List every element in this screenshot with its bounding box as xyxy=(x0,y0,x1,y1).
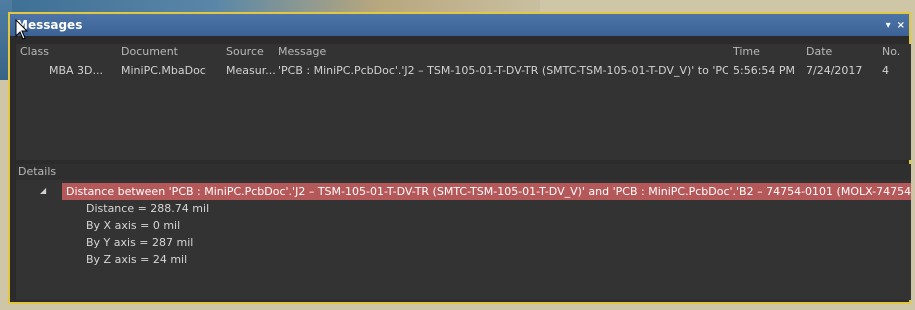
column-header-message[interactable]: Message xyxy=(278,44,326,60)
column-header-date[interactable]: Date xyxy=(806,44,832,60)
detail-y-axis: By Y axis = 287 mil xyxy=(86,236,194,249)
column-header-class[interactable]: Class xyxy=(20,44,49,60)
collapse-triangle-icon[interactable]: ◢ xyxy=(40,186,46,195)
panel-close-icon[interactable]: × xyxy=(897,20,905,31)
detail-z-axis: By Z axis = 24 mil xyxy=(86,253,188,266)
details-header: Details xyxy=(16,164,911,180)
cell-source: Measur... xyxy=(226,64,276,77)
cell-class: MBA 3D... xyxy=(49,64,104,77)
cell-no: 4 xyxy=(882,64,889,77)
cell-date: 7/24/2017 xyxy=(806,64,863,77)
cell-document: MiniPC.MbaDoc xyxy=(121,64,206,77)
messages-panel: Messages ▾ × Class Document Source Messa… xyxy=(8,12,911,304)
messages-grid: Class Document Source Message Time Date … xyxy=(16,44,911,160)
mouse-cursor-icon xyxy=(15,19,29,40)
column-header-source[interactable]: Source xyxy=(226,44,264,60)
title-controls: ▾ × xyxy=(886,14,905,36)
detail-x-axis: By X axis = 0 mil xyxy=(86,219,181,232)
table-row[interactable]: MBA 3D... MiniPC.MbaDoc Measur... 'PCB :… xyxy=(16,62,911,80)
cell-time: 5:56:54 PM xyxy=(733,64,796,77)
panel-menu-icon[interactable]: ▾ xyxy=(886,20,891,31)
detail-main-line[interactable]: Distance between 'PCB : MiniPC.PcbDoc'.'… xyxy=(62,183,911,200)
column-header-no[interactable]: No. xyxy=(882,44,900,60)
detail-distance: Distance = 288.74 mil xyxy=(86,202,210,215)
column-header-time[interactable]: Time xyxy=(733,44,760,60)
panel-titlebar[interactable]: Messages ▾ × xyxy=(10,14,909,36)
details-pane: Details ◢ Distance between 'PCB : MiniPC… xyxy=(16,164,911,300)
column-header-document[interactable]: Document xyxy=(121,44,178,60)
cell-message: 'PCB : MiniPC.PcbDoc'.'J2 – TSM-105-01-T… xyxy=(278,64,728,77)
